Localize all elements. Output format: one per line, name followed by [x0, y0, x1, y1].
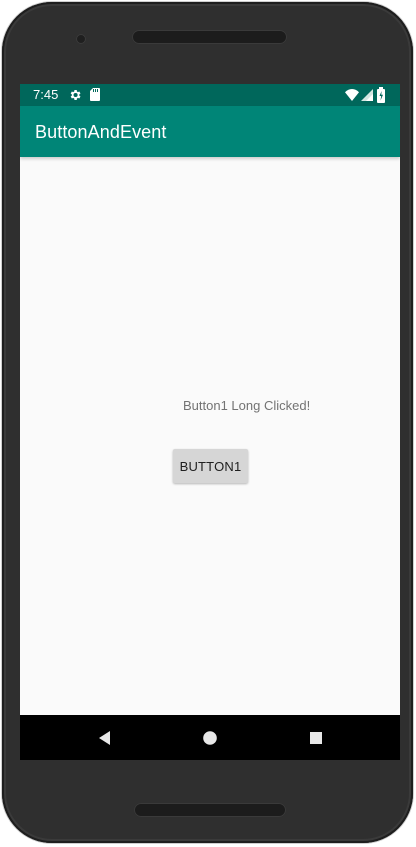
signal-icon: [361, 89, 373, 101]
status-bar: 7:45: [20, 84, 400, 106]
button1[interactable]: BUTTON1: [173, 449, 248, 483]
back-icon[interactable]: [97, 730, 113, 746]
settings-icon: [70, 90, 81, 100]
phone-frame: 7:45 ButtonAndEvent Button1 Long Clicked…: [2, 2, 413, 843]
long-click-message: Button1 Long Clicked!: [183, 398, 311, 413]
home-icon[interactable]: [202, 730, 218, 746]
app-title: ButtonAndEvent: [35, 122, 167, 142]
top-speaker-grille: [132, 30, 287, 44]
battery-icon: [377, 87, 385, 103]
app-bar: ButtonAndEvent: [20, 106, 400, 157]
wifi-icon: [345, 89, 359, 101]
phone-screen: 7:45 ButtonAndEvent Button1 Long Clicked…: [20, 84, 400, 760]
front-camera: [76, 34, 86, 44]
status-time: 7:45: [33, 87, 59, 102]
sdcard-icon: [90, 88, 100, 101]
bottom-speaker-grille: [134, 803, 286, 817]
navigation-bar: [20, 715, 400, 760]
recents-icon[interactable]: [308, 730, 324, 746]
